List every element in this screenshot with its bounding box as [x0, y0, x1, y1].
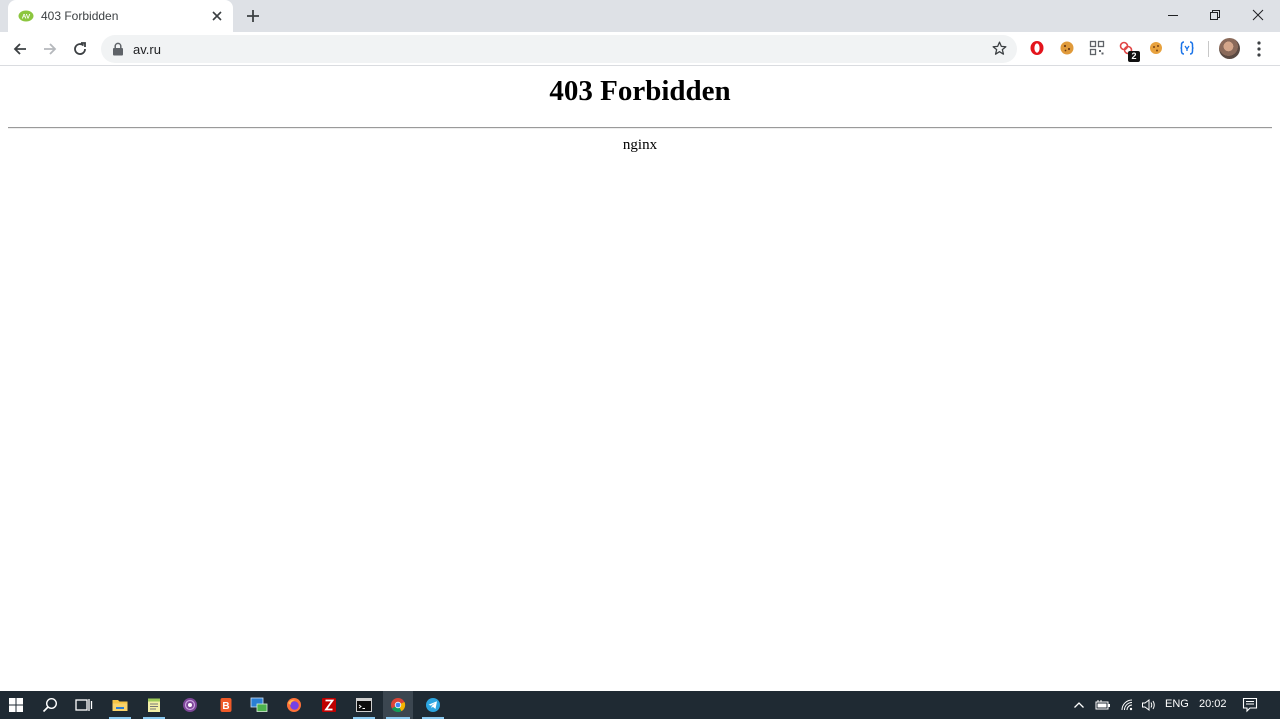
- close-icon: [1252, 9, 1264, 21]
- av-ru-favicon-icon: AV: [18, 10, 34, 22]
- notepad-taskbar-item[interactable]: [140, 691, 168, 719]
- firefox-icon: [287, 698, 301, 712]
- telegram-taskbar-item[interactable]: [419, 691, 447, 719]
- file-explorer-taskbar-item[interactable]: [106, 691, 134, 719]
- cookie-extension-icon[interactable]: [1058, 39, 1076, 57]
- address-bar[interactable]: av.ru: [101, 35, 1017, 63]
- cookie-icon: [1060, 41, 1074, 55]
- chrome-taskbar-item[interactable]: [383, 691, 413, 719]
- url-text[interactable]: av.ru: [133, 42, 161, 57]
- forward-arrow-icon: [44, 43, 57, 55]
- search-icon: [42, 697, 58, 713]
- notifications-icon: [1242, 697, 1258, 713]
- browser-app-icon: B: [220, 698, 232, 712]
- profile-avatar[interactable]: [1219, 38, 1240, 59]
- lock-icon[interactable]: [112, 42, 124, 56]
- horizontal-rule: [8, 127, 1272, 129]
- restore-button[interactable]: [1192, 0, 1238, 30]
- reload-button[interactable]: [68, 38, 92, 60]
- page-heading: 403 Forbidden: [549, 75, 731, 107]
- restore-icon: [1210, 10, 1220, 20]
- volume-tray-button[interactable]: [1137, 691, 1161, 719]
- svg-text:AV: AV: [22, 14, 31, 21]
- opera-o-icon: [1030, 41, 1044, 55]
- telegram-icon: [426, 698, 440, 712]
- back-arrow-icon: [13, 43, 26, 55]
- extension-badge: 2: [1128, 51, 1140, 62]
- tor-browser-icon: [183, 698, 197, 712]
- file-explorer-icon: [112, 700, 128, 711]
- svg-text:B: B: [222, 701, 229, 712]
- battery-tray-button[interactable]: [1091, 691, 1115, 719]
- chevron-up-icon: [1074, 702, 1084, 708]
- filezilla-taskbar-item[interactable]: [315, 691, 343, 719]
- input-language-indicator[interactable]: ENG: [1165, 698, 1189, 710]
- windows-taskbar: B ENG 20:02: [0, 691, 1280, 719]
- toolbar-divider: [1208, 41, 1209, 57]
- tab-strip: AV 403 Forbidden: [0, 0, 1280, 32]
- bookmark-star-icon[interactable]: [991, 40, 1008, 57]
- back-button[interactable]: [8, 38, 32, 60]
- reload-icon: [74, 42, 86, 55]
- close-tab-icon[interactable]: [209, 8, 225, 24]
- remote-desktop-icon: [250, 697, 268, 712]
- browser-app-taskbar-item[interactable]: B: [212, 691, 240, 719]
- new-tab-icon[interactable]: [244, 7, 262, 25]
- terminal-taskbar-item[interactable]: [350, 691, 378, 719]
- server-signature: nginx: [622, 137, 658, 153]
- json-braces-icon: [1180, 41, 1194, 55]
- windows-logo-icon: [9, 698, 23, 712]
- battery-icon: [1095, 700, 1110, 710]
- forward-button[interactable]: [38, 38, 62, 60]
- minimize-icon: [1168, 15, 1178, 16]
- filezilla-icon: [322, 698, 336, 712]
- browser-toolbar: av.ru: [0, 32, 1280, 66]
- cookie-editor-extension-icon[interactable]: [1147, 39, 1165, 57]
- cookie-editor-icon: [1150, 42, 1162, 54]
- qr-code-icon: [1089, 40, 1105, 56]
- notepad-icon: [148, 698, 160, 712]
- task-view-icon: [75, 699, 93, 711]
- firefox-taskbar-item[interactable]: [280, 691, 308, 719]
- wifi-icon: [1121, 699, 1133, 711]
- tab-title: 403 Forbidden: [41, 9, 119, 23]
- show-hidden-icons-button[interactable]: [1067, 691, 1091, 719]
- tab-active[interactable]: AV 403 Forbidden: [8, 0, 233, 32]
- search-button[interactable]: [36, 691, 64, 719]
- opera-vpn-extension-icon[interactable]: [1028, 39, 1046, 57]
- remote-desktop-taskbar-item[interactable]: [245, 691, 273, 719]
- system-clock[interactable]: 20:02: [1199, 698, 1227, 710]
- terminal-icon: [356, 698, 372, 712]
- speaker-icon: [1142, 699, 1155, 711]
- close-window-button[interactable]: [1235, 0, 1280, 30]
- more-menu-icon[interactable]: [1252, 39, 1266, 59]
- action-center-button[interactable]: [1236, 691, 1264, 719]
- start-button[interactable]: [2, 691, 30, 719]
- chrome-icon: [391, 698, 406, 713]
- task-view-button[interactable]: [70, 691, 98, 719]
- qr-code-extension-icon[interactable]: [1088, 39, 1106, 57]
- page-content: 403 Forbidden nginx: [0, 67, 1280, 691]
- minimize-button[interactable]: [1150, 0, 1196, 30]
- tor-browser-taskbar-item[interactable]: [176, 691, 204, 719]
- json-extension-icon[interactable]: [1178, 39, 1196, 57]
